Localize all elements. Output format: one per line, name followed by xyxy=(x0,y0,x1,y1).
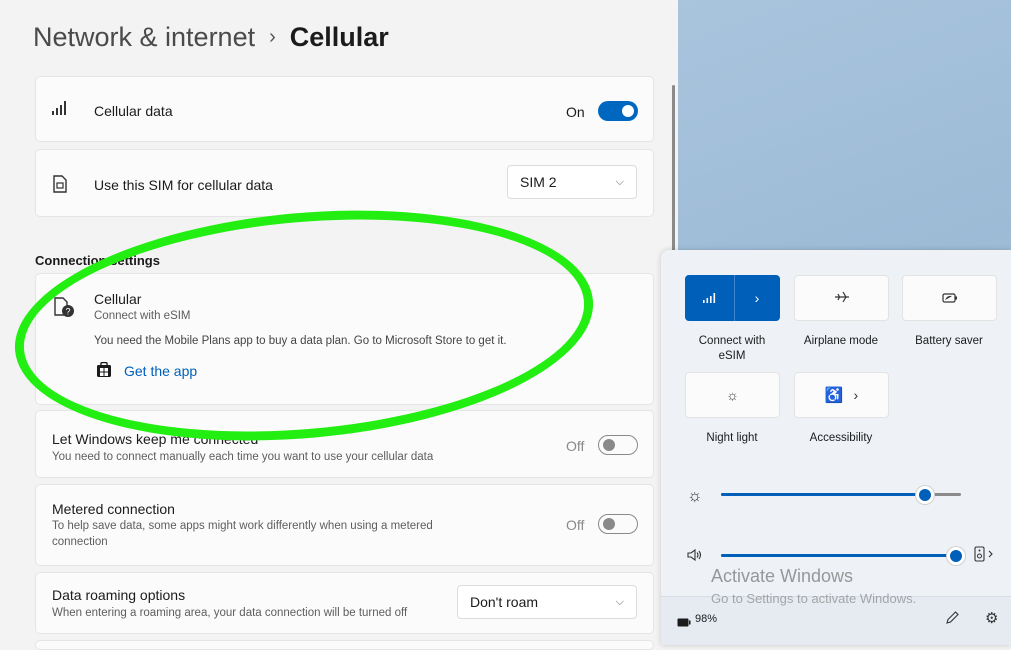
edit-pencil-icon[interactable] xyxy=(944,610,960,631)
accessibility-tile[interactable]: ♿ › xyxy=(794,372,889,418)
page-title: Cellular xyxy=(289,22,389,52)
sim-dropdown[interactable]: SIM 2 ⌵ xyxy=(507,165,637,199)
svg-text:?: ? xyxy=(65,307,70,317)
volume-thumb[interactable] xyxy=(947,547,965,565)
connect-esim-label: Connect with eSIM xyxy=(677,334,787,364)
metered-title: Metered connection xyxy=(52,501,175,517)
tile-label-line: eSIM xyxy=(718,350,746,362)
speaker-icon xyxy=(687,548,703,566)
battery-icon xyxy=(677,614,691,632)
sim-dropdown-value: SIM 2 xyxy=(520,174,557,190)
cellular-data-label: Cellular data xyxy=(94,103,173,119)
night-light-icon: ☼ xyxy=(726,387,739,403)
night-light-label: Night light xyxy=(706,432,758,444)
connection-settings-heading: Connection settings xyxy=(35,253,160,268)
keep-connected-title: Let Windows keep me connected xyxy=(52,431,259,447)
battery-saver-icon xyxy=(941,291,958,306)
keep-connected-state: Off xyxy=(566,438,585,454)
cellular-data-state: On xyxy=(566,104,585,120)
scrollbar[interactable] xyxy=(672,85,675,260)
get-the-app-link[interactable]: Get the app xyxy=(124,363,197,379)
settings-gear-icon[interactable]: ⚙ xyxy=(985,609,998,627)
metered-desc-line2: connection xyxy=(52,536,108,548)
audio-output-icon[interactable] xyxy=(974,546,996,567)
metered-connection-row: Metered connection To help save data, so… xyxy=(35,484,654,566)
cellular-card-title: Cellular xyxy=(94,291,142,307)
keep-connected-desc: You need to connect manually each time y… xyxy=(52,451,434,463)
roaming-desc: When entering a roaming area, your data … xyxy=(52,607,408,619)
metered-desc-line1: To help save data, some apps might work … xyxy=(52,520,433,532)
roaming-dropdown[interactable]: Don't roam ⌵ xyxy=(457,585,637,619)
settings-window: Network & internet › Cellular Cellular d… xyxy=(0,0,678,650)
accessibility-label: Accessibility xyxy=(809,432,873,444)
cellular-esim-card: ? Cellular Connect with eSIM You need th… xyxy=(35,273,654,405)
battery-saver-label: Battery saver xyxy=(915,335,983,347)
breadcrumb-parent-link[interactable]: Network & internet xyxy=(33,22,255,53)
volume-fill xyxy=(721,554,956,557)
brightness-thumb[interactable] xyxy=(916,486,934,504)
sim-select-label: Use this SIM for cellular data xyxy=(94,177,273,193)
keep-connected-row: Let Windows keep me connected You need t… xyxy=(35,410,654,478)
connect-esim-tile[interactable]: › xyxy=(685,275,780,321)
metered-toggle[interactable] xyxy=(598,514,638,534)
activate-windows-title: Activate Windows xyxy=(711,566,854,586)
breadcrumb: Network & internet › Cellular xyxy=(33,22,389,53)
brightness-icon: ☼ xyxy=(687,486,703,505)
roaming-title: Data roaming options xyxy=(52,587,186,603)
airplane-mode-tile[interactable] xyxy=(794,275,889,321)
brightness-slider[interactable] xyxy=(721,486,961,507)
signal-bars-icon xyxy=(52,101,68,120)
cellular-card-subtitle: Connect with eSIM xyxy=(94,310,191,322)
activate-windows-subtitle: Go to Settings to activate Windows. xyxy=(711,591,917,606)
next-row-partial xyxy=(35,640,654,650)
esim-help-icon: ? xyxy=(53,296,75,323)
cellular-data-row[interactable]: Cellular data On xyxy=(35,76,654,142)
night-light-tile[interactable]: ☼ xyxy=(685,372,780,418)
keep-connected-toggle[interactable] xyxy=(598,435,638,455)
mobile-plans-message: You need the Mobile Plans app to buy a d… xyxy=(94,335,507,347)
roaming-dropdown-value: Don't roam xyxy=(470,594,539,610)
battery-saver-tile[interactable] xyxy=(902,275,997,321)
chevron-down-icon: ⌵ xyxy=(615,595,624,608)
chevron-right-icon[interactable]: › xyxy=(735,290,779,306)
signal-icon xyxy=(686,293,734,303)
tile-label-line: Connect with xyxy=(698,335,766,347)
battery-percentage[interactable]: 98% xyxy=(695,613,717,625)
chevron-down-icon: ⌵ xyxy=(615,175,624,188)
airplane-mode-label: Airplane mode xyxy=(803,335,879,347)
sim-card-icon xyxy=(53,175,67,198)
accessibility-icon: ♿ xyxy=(824,387,844,404)
metered-state: Off xyxy=(566,517,585,533)
brightness-fill xyxy=(721,493,925,496)
chevron-right-icon: › xyxy=(853,387,859,403)
store-icon xyxy=(96,361,112,383)
breadcrumb-separator: › xyxy=(269,26,276,48)
cellular-data-toggle[interactable] xyxy=(598,101,638,121)
airplane-icon xyxy=(834,290,850,307)
